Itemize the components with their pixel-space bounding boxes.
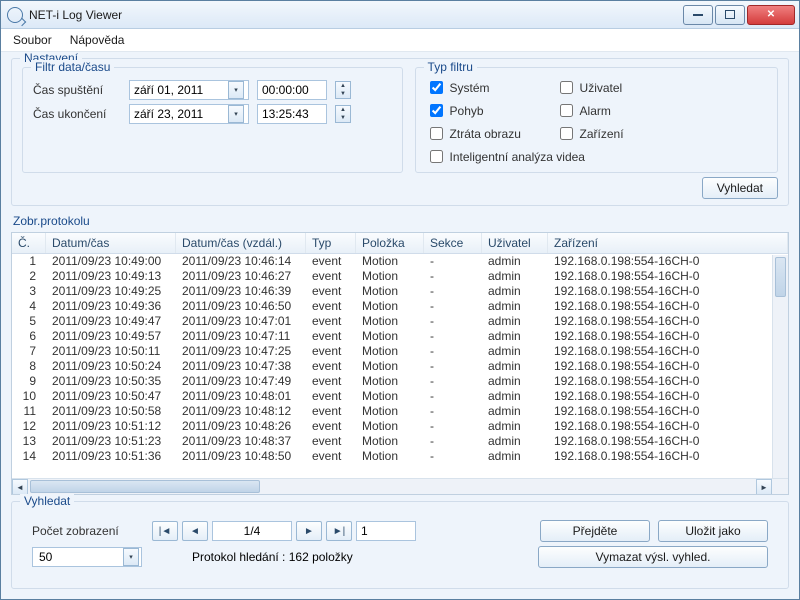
- viewcount-label: Počet zobrazení: [32, 524, 142, 538]
- start-time-spinner[interactable]: ▲▼: [335, 81, 351, 99]
- menubar: Soubor Nápověda: [1, 29, 799, 52]
- horizontal-scrollbar[interactable]: ◄ ►: [12, 478, 788, 494]
- scroll-right-icon[interactable]: ►: [756, 479, 772, 495]
- col-type[interactable]: Typ: [306, 233, 356, 253]
- start-date-picker[interactable]: září 01, 2011 ▾: [129, 80, 249, 100]
- end-time-field[interactable]: 13:25:43: [257, 104, 327, 124]
- table-row[interactable]: 132011/09/23 10:51:232011/09/23 10:48:37…: [12, 434, 788, 449]
- maximize-button[interactable]: [715, 5, 745, 25]
- col-datetime-remote[interactable]: Datum/čas (vzdál.): [176, 233, 306, 253]
- close-button[interactable]: [747, 5, 795, 25]
- save-as-button[interactable]: Uložit jako: [658, 520, 768, 542]
- date-filter-legend: Filtr data/času: [31, 60, 114, 74]
- type-filter-legend: Typ filtru: [424, 60, 477, 74]
- search-button[interactable]: Vyhledat: [702, 177, 778, 199]
- ck-system[interactable]: Systém: [426, 78, 546, 97]
- menu-file[interactable]: Soubor: [13, 33, 52, 47]
- page-display: 1/4: [212, 521, 292, 541]
- prev-page-button[interactable]: ◄: [182, 521, 208, 541]
- settings-group: Nastavení Filtr data/času Čas spuštění z…: [11, 58, 789, 206]
- minimize-button[interactable]: [683, 5, 713, 25]
- ck-alarm[interactable]: Alarm: [556, 101, 676, 120]
- start-time-field[interactable]: 00:00:00: [257, 80, 327, 100]
- scroll-thumb[interactable]: [30, 480, 260, 493]
- log-body[interactable]: 12011/09/23 10:49:002011/09/23 10:46:14e…: [12, 254, 788, 478]
- ck-iva[interactable]: Inteligentní analýza videa: [426, 147, 676, 166]
- scroll-thumb[interactable]: [775, 257, 786, 297]
- viewcount-select[interactable]: 50 ▾: [32, 547, 142, 567]
- ck-user[interactable]: Uživatel: [556, 78, 676, 97]
- date-filter-group: Filtr data/času Čas spuštění září 01, 20…: [22, 67, 403, 173]
- col-datetime[interactable]: Datum/čas: [46, 233, 176, 253]
- titlebar[interactable]: NET-i Log Viewer: [1, 1, 799, 29]
- menu-help[interactable]: Nápověda: [70, 33, 125, 47]
- ck-device[interactable]: Zařízení: [556, 124, 676, 143]
- client-area: Nastavení Filtr data/času Čas spuštění z…: [1, 52, 799, 599]
- table-row[interactable]: 122011/09/23 10:51:122011/09/23 10:48:26…: [12, 419, 788, 434]
- log-header-row[interactable]: Č. Datum/čas Datum/čas (vzdál.) Typ Polo…: [12, 233, 788, 254]
- footer-legend: Vyhledat: [20, 494, 74, 508]
- window-title: NET-i Log Viewer: [29, 8, 683, 22]
- table-row[interactable]: 142011/09/23 10:51:362011/09/23 10:48:50…: [12, 449, 788, 464]
- table-row[interactable]: 22011/09/23 10:49:132011/09/23 10:46:27e…: [12, 269, 788, 284]
- table-row[interactable]: 42011/09/23 10:49:362011/09/23 10:46:50e…: [12, 299, 788, 314]
- calendar-drop-icon[interactable]: ▾: [228, 81, 244, 99]
- table-row[interactable]: 12011/09/23 10:49:002011/09/23 10:46:14e…: [12, 254, 788, 269]
- log-area: Zobr.protokolu Č. Datum/čas Datum/čas (v…: [11, 212, 789, 495]
- scroll-left-icon[interactable]: ◄: [12, 479, 28, 495]
- goto-button[interactable]: Přejděte: [540, 520, 650, 542]
- last-page-button[interactable]: ►|: [326, 521, 352, 541]
- chevron-down-icon[interactable]: ▾: [123, 548, 139, 566]
- type-filter-group: Typ filtru Systém Uživatel Pohyb Alarm Z…: [415, 67, 778, 173]
- ck-motion[interactable]: Pohyb: [426, 101, 546, 120]
- vertical-scrollbar[interactable]: [772, 255, 788, 478]
- table-row[interactable]: 112011/09/23 10:50:582011/09/23 10:48:12…: [12, 404, 788, 419]
- next-page-button[interactable]: ►: [296, 521, 322, 541]
- table-row[interactable]: 92011/09/23 10:50:352011/09/23 10:47:49e…: [12, 374, 788, 389]
- clear-results-button[interactable]: Vymazat výsl. vyhled.: [538, 546, 768, 568]
- col-section[interactable]: Sekce: [424, 233, 482, 253]
- footer-group: Vyhledat Počet zobrazení |◄ ◄ 1/4 ► ►| 1…: [11, 501, 789, 589]
- magnifier-icon: [7, 7, 23, 23]
- end-label: Čas ukončení: [33, 107, 121, 121]
- ck-vloss[interactable]: Ztráta obrazu: [426, 124, 546, 143]
- col-device[interactable]: Zařízení: [548, 233, 788, 253]
- log-legend: Zobr.protokolu: [13, 214, 789, 228]
- table-row[interactable]: 82011/09/23 10:50:242011/09/23 10:47:38e…: [12, 359, 788, 374]
- table-row[interactable]: 52011/09/23 10:49:472011/09/23 10:47:01e…: [12, 314, 788, 329]
- app-window: NET-i Log Viewer Soubor Nápověda Nastave…: [0, 0, 800, 600]
- table-row[interactable]: 102011/09/23 10:50:472011/09/23 10:48:01…: [12, 389, 788, 404]
- table-row[interactable]: 32011/09/23 10:49:252011/09/23 10:46:39e…: [12, 284, 788, 299]
- start-date-value: září 01, 2011: [134, 83, 203, 97]
- end-date-picker[interactable]: září 23, 2011 ▾: [129, 104, 249, 124]
- table-row[interactable]: 62011/09/23 10:49:572011/09/23 10:47:11e…: [12, 329, 788, 344]
- end-time-spinner[interactable]: ▲▼: [335, 105, 351, 123]
- calendar-drop-icon[interactable]: ▾: [228, 105, 244, 123]
- log-table: Č. Datum/čas Datum/čas (vzdál.) Typ Polo…: [11, 232, 789, 495]
- search-status-text: Protokol hledání : 162 položky: [192, 550, 353, 564]
- col-num[interactable]: Č.: [12, 233, 46, 253]
- col-user[interactable]: Uživatel: [482, 233, 548, 253]
- table-row[interactable]: 72011/09/23 10:50:112011/09/23 10:47:25e…: [12, 344, 788, 359]
- pager: |◄ ◄ 1/4 ► ►| 1: [152, 521, 416, 541]
- first-page-button[interactable]: |◄: [152, 521, 178, 541]
- start-label: Čas spuštění: [33, 83, 121, 97]
- col-item[interactable]: Položka: [356, 233, 424, 253]
- goto-input[interactable]: 1: [356, 521, 416, 541]
- end-date-value: září 23, 2011: [134, 107, 203, 121]
